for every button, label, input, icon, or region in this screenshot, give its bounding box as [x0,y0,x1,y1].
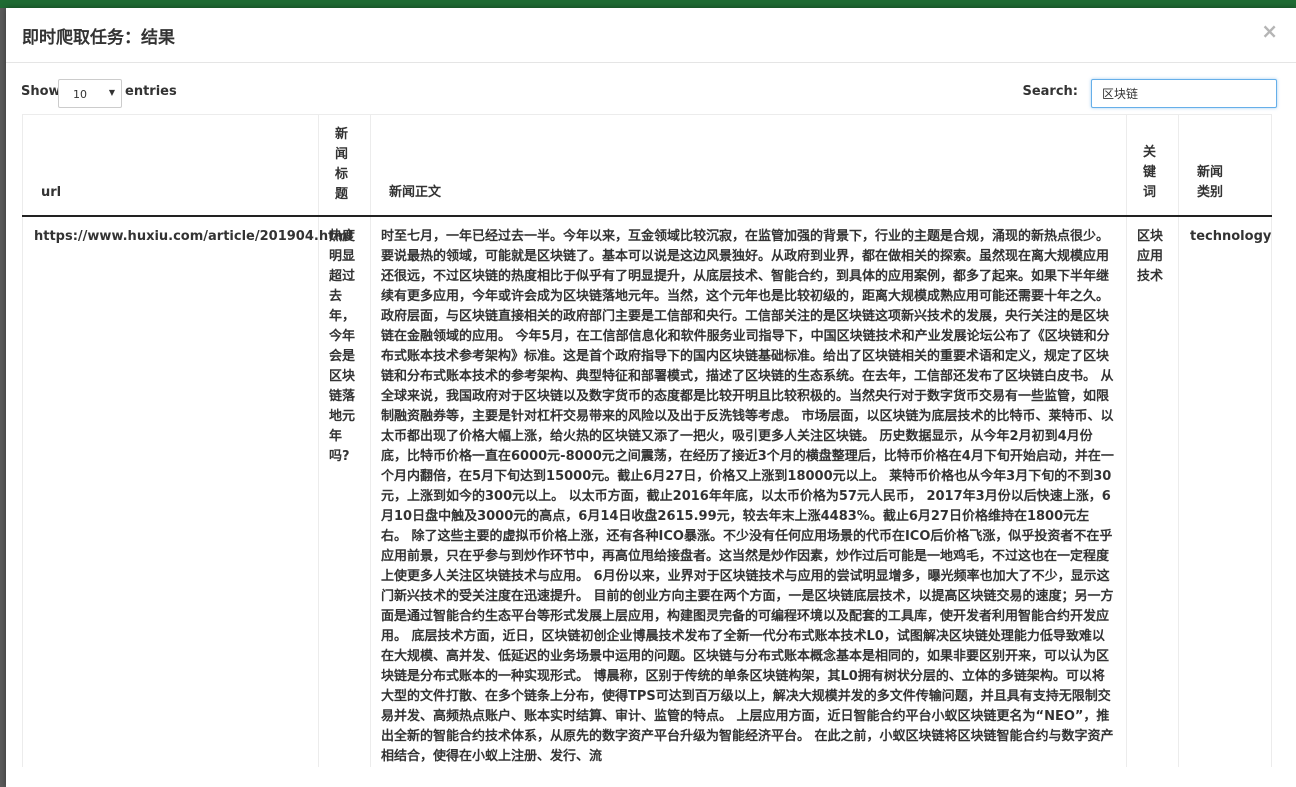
results-modal: 即时爬取任务：结果 × Show 10 ▼ entries Search: ur… [6,8,1296,787]
caret-down-icon: ▼ [108,88,115,97]
cell-type: technology [1178,215,1272,767]
modal-title: 即时爬取任务：结果 [22,28,175,48]
modal-header: 即时爬取任务：结果 × [6,8,1296,63]
column-header-url[interactable]: url [22,114,319,217]
page-length-select[interactable]: 10 ▼ [58,79,122,108]
entries-label: entries [125,84,177,99]
close-icon[interactable]: × [1261,19,1278,43]
table-header-row: url 新闻标题 新闻正文 关键词 新闻类别 [22,114,1272,217]
results-table: url 新闻标题 新闻正文 关键词 新闻类别 https://www.huxiu… [22,114,1272,767]
results-table-wrapper: url 新闻标题 新闻正文 关键词 新闻类别 https://www.huxiu… [22,114,1272,787]
column-header-keyword[interactable]: 关键词 [1126,114,1179,217]
cell-keyword: 区块应用技术 [1126,215,1179,767]
page-length-value: 10 [73,88,87,101]
column-header-type[interactable]: 新闻类别 [1178,114,1272,217]
background-topbar [0,0,1296,8]
table-controls: Show 10 ▼ entries Search: [6,78,1296,108]
cell-body: 时至七月，一年已经过去一半。今年以来，互金领域比较沉寂，在监管加强的背景下，行业… [370,215,1127,767]
cell-title: 热度明显超过去年，今年会是区块链落地元年吗? [318,215,371,767]
column-header-body[interactable]: 新闻正文 [370,114,1127,217]
search-label: Search: [1022,84,1078,99]
column-header-title[interactable]: 新闻标题 [318,114,371,217]
show-label: Show [21,84,61,99]
table-row: https://www.huxiu.com/article/201904.htm… [22,215,1272,767]
cell-url: https://www.huxiu.com/article/201904.htm… [22,215,352,767]
search-input[interactable] [1091,79,1277,108]
